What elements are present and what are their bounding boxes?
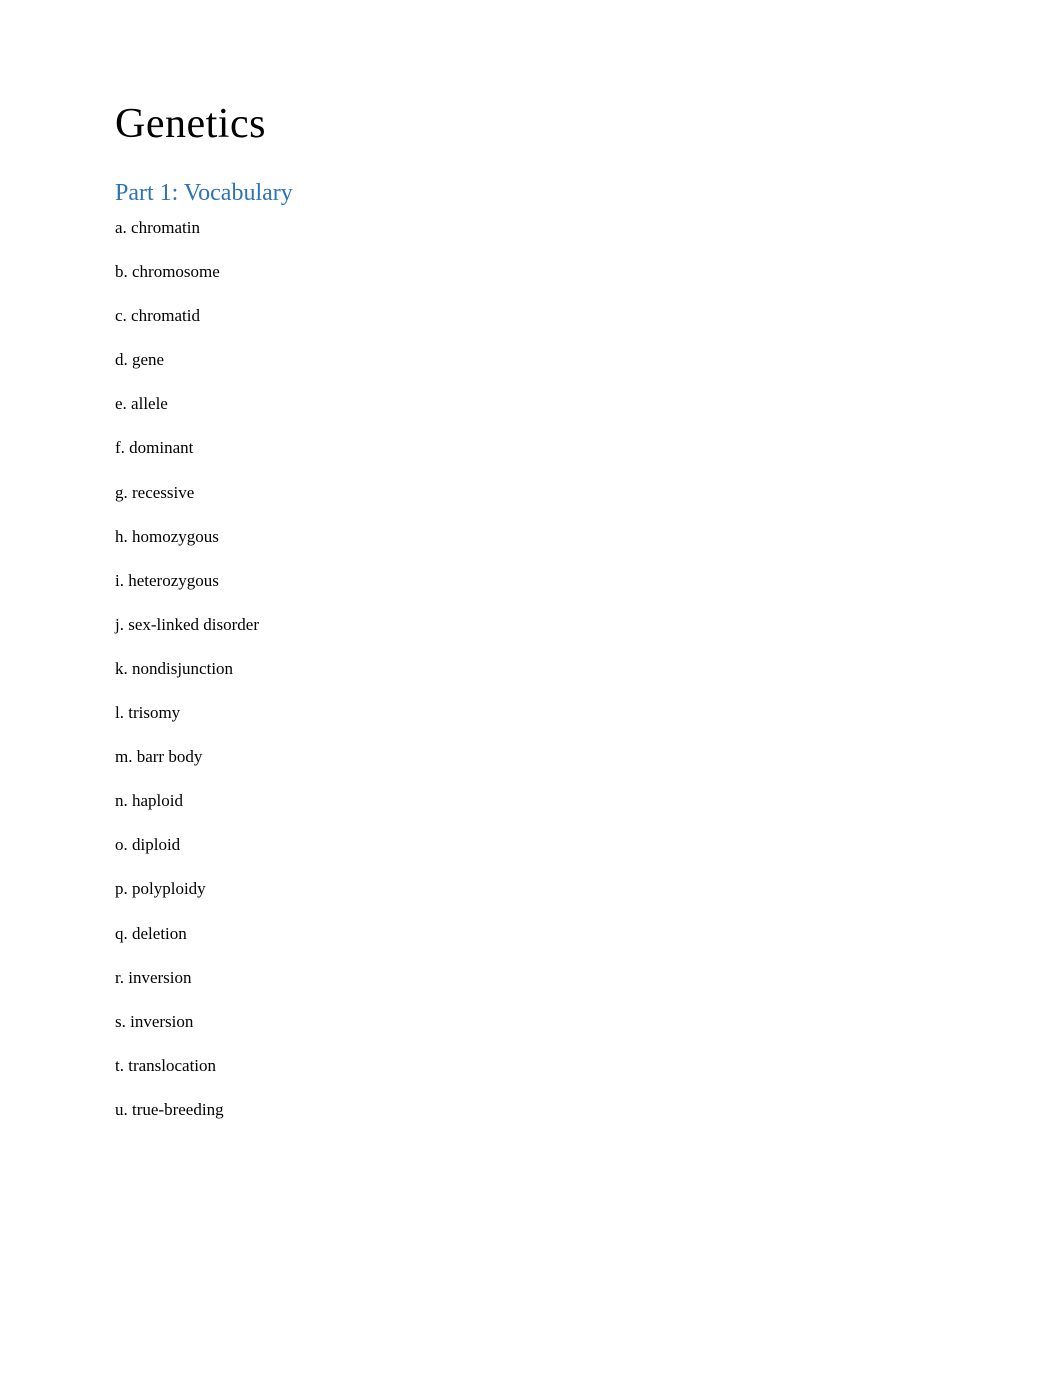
- list-item: q. deletion: [115, 923, 947, 945]
- list-item: i. heterozygous: [115, 570, 947, 592]
- list-item: r. inversion: [115, 967, 947, 989]
- list-item: p. polyploidy: [115, 878, 947, 900]
- list-item: j. sex-linked disorder: [115, 614, 947, 636]
- list-item: m. barr body: [115, 746, 947, 768]
- list-item: u. true-breeding: [115, 1099, 947, 1121]
- page-title: Genetics: [115, 100, 947, 148]
- list-item: l. trisomy: [115, 702, 947, 724]
- list-item: f. dominant: [115, 437, 947, 459]
- list-item: n. haploid: [115, 790, 947, 812]
- section-heading: Part 1: Vocabulary: [115, 180, 947, 207]
- list-item: t. translocation: [115, 1055, 947, 1077]
- list-item: g. recessive: [115, 482, 947, 504]
- list-item: d. gene: [115, 349, 947, 371]
- list-item: o. diploid: [115, 834, 947, 856]
- list-item: b. chromosome: [115, 261, 947, 283]
- list-item: e. allele: [115, 393, 947, 415]
- list-item: k. nondisjunction: [115, 658, 947, 680]
- list-item: c. chromatid: [115, 305, 947, 327]
- vocabulary-list: a. chromatin b. chromosome c. chromatid …: [115, 217, 947, 1121]
- list-item: a. chromatin: [115, 217, 947, 239]
- list-item: s. inversion: [115, 1011, 947, 1033]
- list-item: h. homozygous: [115, 526, 947, 548]
